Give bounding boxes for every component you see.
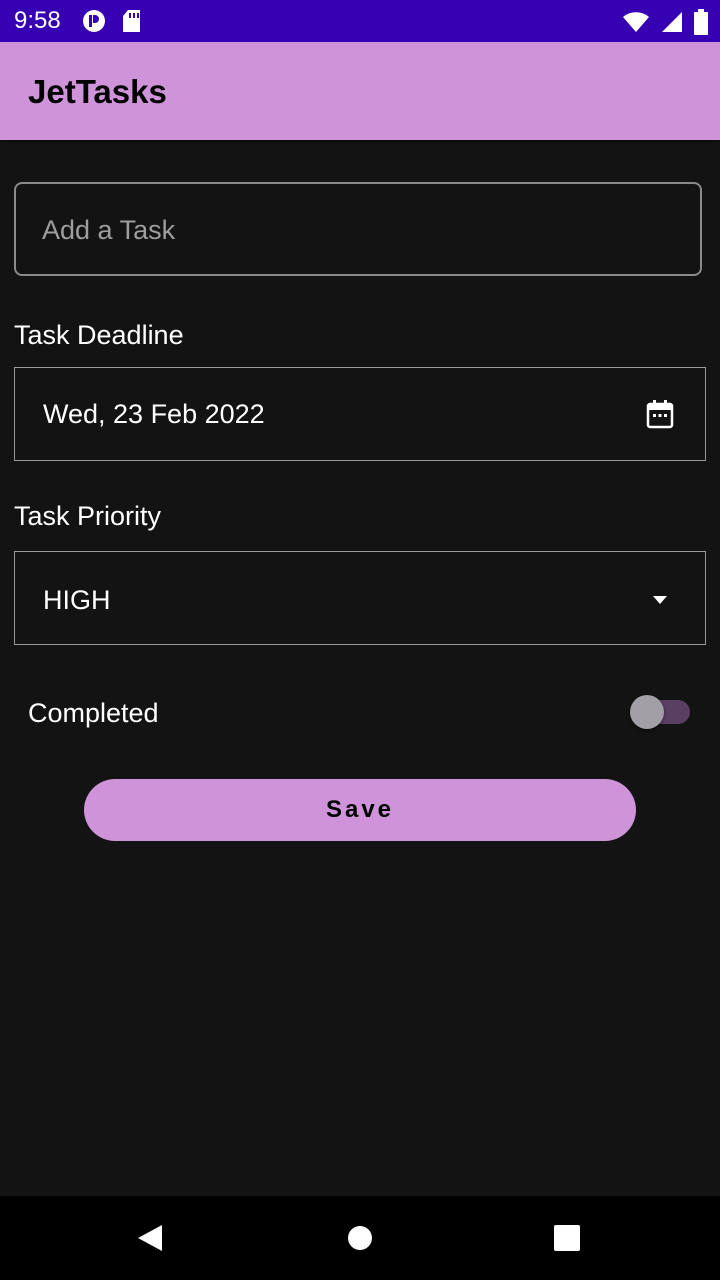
screen: 9:58 JetTasks Add a Task Task Deadline W…	[0, 0, 720, 1280]
status-time: 9:58	[14, 7, 61, 34]
switch-thumb	[630, 695, 664, 729]
signal-icon	[660, 10, 684, 39]
task-input[interactable]	[42, 210, 662, 250]
deadline-value: Wed, 23 Feb 2022	[43, 399, 265, 429]
task-input-container[interactable]	[14, 182, 702, 276]
priority-value: HIGH	[43, 585, 111, 615]
dropdown-arrow-icon[interactable]	[645, 584, 675, 616]
back-icon[interactable]	[130, 1218, 170, 1258]
wifi-icon	[622, 10, 650, 39]
priority-label: Task Priority	[14, 501, 162, 531]
app-notification-icon	[82, 9, 106, 38]
sd-card-icon	[122, 9, 142, 38]
app-title: JetTasks	[28, 73, 167, 110]
deadline-label: Task Deadline	[14, 320, 184, 350]
calendar-icon[interactable]	[645, 398, 675, 430]
status-left-icons	[82, 9, 142, 38]
status-bar: 9:58	[0, 0, 720, 42]
recents-icon[interactable]	[547, 1218, 587, 1258]
app-bar: JetTasks	[0, 42, 720, 140]
battery-icon	[694, 9, 708, 40]
completed-switch[interactable]	[630, 694, 692, 730]
completed-label: Completed	[28, 698, 159, 728]
home-icon[interactable]	[340, 1218, 380, 1258]
priority-dropdown[interactable]: HIGH	[14, 551, 706, 645]
navigation-bar	[0, 1196, 720, 1280]
status-right-icons	[622, 9, 708, 40]
deadline-field[interactable]: Wed, 23 Feb 2022	[14, 367, 706, 461]
save-button[interactable]: Save	[84, 779, 636, 841]
